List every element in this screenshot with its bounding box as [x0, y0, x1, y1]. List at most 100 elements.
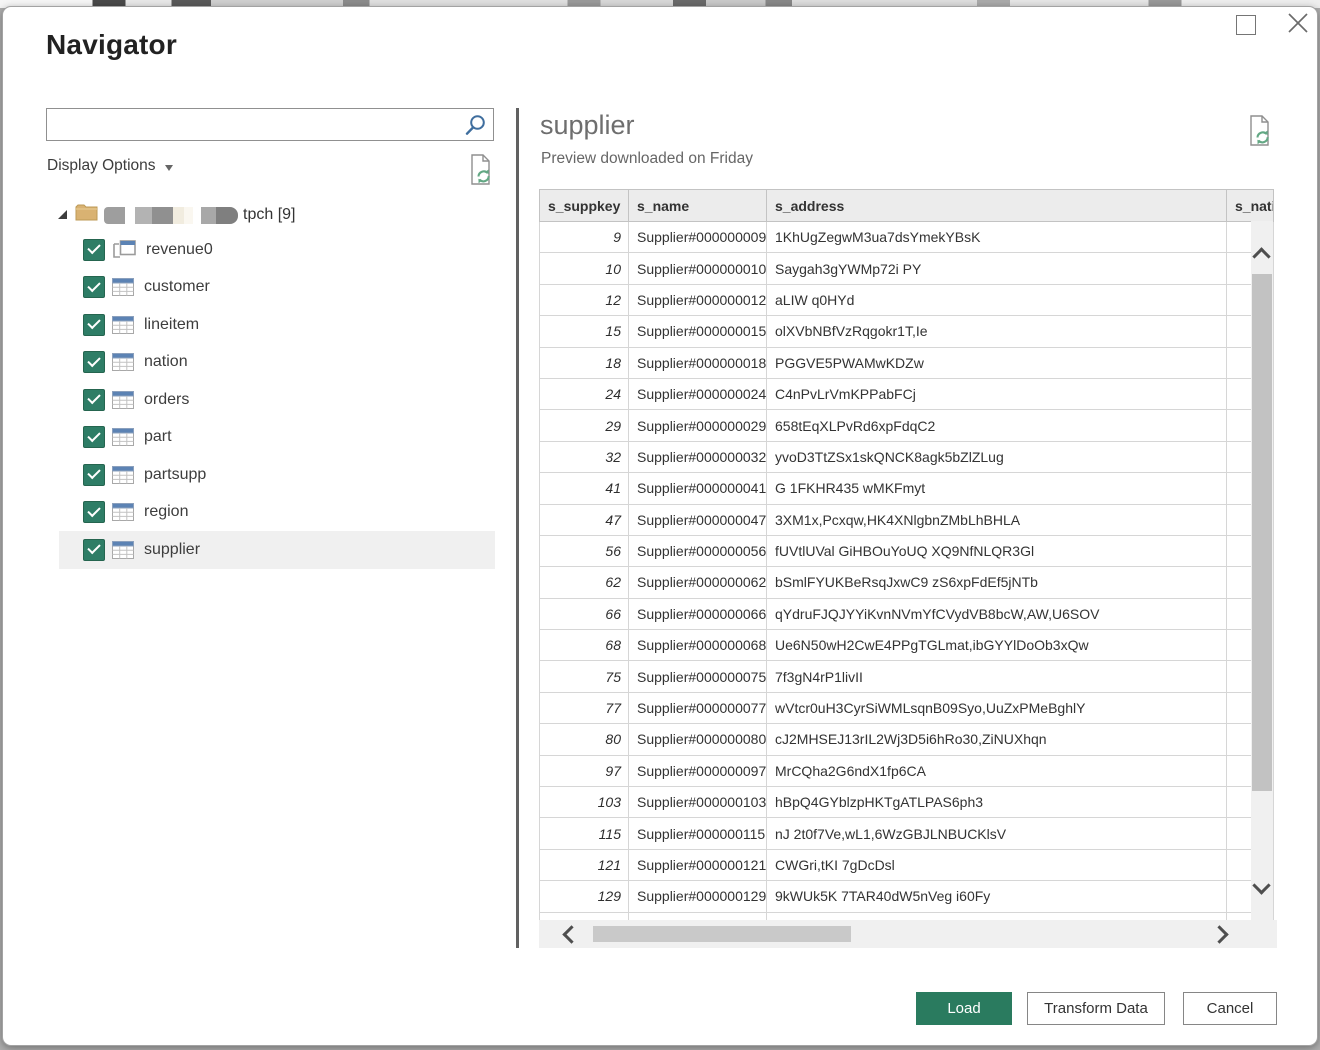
tree-root-database[interactable]: tpch [9]: [46, 200, 295, 230]
tables-tree: revenue0 customer lineitem nation orders…: [3, 231, 516, 569]
search-input[interactable]: [55, 111, 459, 139]
cell-name: Supplier#000000018: [629, 347, 767, 378]
scroll-right-icon[interactable]: [1213, 928, 1226, 946]
scroll-down-icon[interactable]: [1255, 879, 1268, 897]
cancel-button[interactable]: Cancel: [1183, 992, 1277, 1025]
table-row: 24Supplier#000000024C4nPvLrVmKPPabFCj: [540, 378, 1274, 409]
vertical-scrollbar[interactable]: [1251, 221, 1273, 944]
column-header-s_suppkey: s_suppkey: [540, 190, 629, 222]
sidebar-item-partsupp[interactable]: partsupp: [3, 456, 516, 494]
checkbox-checked-icon[interactable]: [83, 464, 105, 486]
checkbox-checked-icon[interactable]: [83, 539, 105, 561]
table-row: 29Supplier#000000029658tEqXLPvRd6xpFdqC2: [540, 410, 1274, 441]
refresh-preview-icon[interactable]: [467, 153, 495, 191]
cell-address: G 1FKHR435 wMKFmyt: [767, 473, 1227, 504]
cell-name: Supplier#000000041: [629, 473, 767, 504]
expander-icon[interactable]: [58, 210, 67, 219]
sidebar-item-label: partsupp: [144, 466, 206, 484]
table-row: 41Supplier#000000041G 1FKHR435 wMKFmyt: [540, 473, 1274, 504]
table-row: 77Supplier#000000077wVtcr0uH3CyrSiWMLsqn…: [540, 692, 1274, 723]
column-header-s_address: s_address: [767, 190, 1227, 222]
checkbox-checked-icon[interactable]: [83, 239, 105, 261]
preview-table: s_suppkeys_names_addresss_natio 9Supplie…: [539, 189, 1274, 920]
cell-name: Supplier#000000097: [629, 755, 767, 786]
cell-suppkey: 115: [540, 818, 629, 849]
sidebar-item-orders[interactable]: orders: [3, 381, 516, 419]
cell-name: Supplier#000000080: [629, 724, 767, 755]
cell-address: C4nPvLrVmKPPabFCj: [767, 378, 1227, 409]
cell-empty: [540, 912, 629, 920]
cell-address: 3XM1x,Pcxqw,HK4XNlgbnZMbLhBHLA: [767, 504, 1227, 535]
table-icon: [112, 278, 134, 296]
cell-suppkey: 29: [540, 410, 629, 441]
dialog-title: Navigator: [46, 29, 177, 61]
transform-data-button[interactable]: Transform Data: [1027, 992, 1165, 1025]
cell-name: Supplier#000000068: [629, 630, 767, 661]
table-row: 121Supplier#000000121CWGri,tKI 7gDcDsl: [540, 849, 1274, 880]
sidebar-item-supplier[interactable]: supplier: [59, 531, 495, 569]
checkbox-checked-icon[interactable]: [83, 389, 105, 411]
close-icon: [1285, 10, 1311, 36]
sidebar-item-revenue0[interactable]: revenue0: [3, 231, 516, 269]
table-row: 12Supplier#000000012aLIW q0HYd: [540, 284, 1274, 315]
preview-grid: s_suppkeys_names_addresss_natio 9Supplie…: [539, 189, 1277, 920]
cell-address: yvoD3TtZSx1skQNCK8agk5bZlZLug: [767, 441, 1227, 472]
horizontal-scrollbar-thumb[interactable]: [593, 926, 851, 942]
cell-suppkey: 15: [540, 316, 629, 347]
sidebar-item-region[interactable]: region: [3, 494, 516, 532]
checkbox-checked-icon[interactable]: [83, 426, 105, 448]
scroll-left-icon[interactable]: [565, 928, 578, 946]
cell-name: Supplier#000000077: [629, 692, 767, 723]
sidebar-item-label: customer: [144, 278, 210, 296]
cell-suppkey: 12: [540, 284, 629, 315]
sidebar-item-part[interactable]: part: [3, 419, 516, 457]
display-options-dropdown[interactable]: Display Options: [47, 157, 173, 175]
horizontal-scrollbar[interactable]: [539, 920, 1277, 948]
close-button[interactable]: [1285, 10, 1311, 36]
sidebar-item-label: nation: [144, 353, 188, 371]
cell-suppkey: 103: [540, 787, 629, 818]
cell-suppkey: 62: [540, 567, 629, 598]
cell-suppkey: 129: [540, 881, 629, 912]
cell-suppkey: 32: [540, 441, 629, 472]
cell-name: Supplier#000000032: [629, 441, 767, 472]
cell-suppkey: 68: [540, 630, 629, 661]
cell-suppkey: 18: [540, 347, 629, 378]
sidebar-item-label: region: [144, 503, 188, 521]
tree-root-label: tpch [9]: [243, 206, 295, 224]
load-button[interactable]: Load: [916, 992, 1012, 1025]
checkbox-checked-icon[interactable]: [83, 314, 105, 336]
sidebar-item-label: supplier: [144, 541, 200, 559]
cell-address: 9kWUk5K 7TAR40dW5nVeg i60Fy: [767, 881, 1227, 912]
table-row: 115Supplier#000000115nJ 2t0f7Ve,wL1,6WzG…: [540, 818, 1274, 849]
cell-suppkey: 80: [540, 724, 629, 755]
table-row: 97Supplier#000000097MrCQha2G6ndX1fp6CA: [540, 755, 1274, 786]
sidebar-item-nation[interactable]: nation: [3, 344, 516, 382]
cell-suppkey: 66: [540, 598, 629, 629]
refresh-preview-icon-right[interactable]: [1246, 114, 1274, 152]
table-icon: [112, 391, 134, 409]
checkbox-checked-icon[interactable]: [83, 276, 105, 298]
cell-name: Supplier#000000029: [629, 410, 767, 441]
sidebar-item-customer[interactable]: customer: [3, 269, 516, 307]
sidebar-item-label: revenue0: [146, 241, 213, 259]
cell-suppkey: 121: [540, 849, 629, 880]
checkbox-checked-icon[interactable]: [83, 351, 105, 373]
cell-name: Supplier#000000015: [629, 316, 767, 347]
maximize-button[interactable]: [1236, 15, 1256, 35]
search-icon[interactable]: [463, 113, 488, 143]
display-options-label: Display Options: [47, 157, 156, 175]
cell-name: Supplier#000000121: [629, 849, 767, 880]
table-row: 32Supplier#000000032yvoD3TtZSx1skQNCK8ag…: [540, 441, 1274, 472]
cell-name: Supplier#000000075: [629, 661, 767, 692]
chevron-down-icon: [165, 165, 173, 171]
cell-name: Supplier#000000024: [629, 378, 767, 409]
table-row: 15Supplier#000000015olXVbNBfVzRqgokr1T,I…: [540, 316, 1274, 347]
table-icon: [112, 541, 134, 559]
cell-name: Supplier#000000129: [629, 881, 767, 912]
vertical-scrollbar-thumb[interactable]: [1252, 274, 1272, 791]
sidebar-item-lineitem[interactable]: lineitem: [3, 306, 516, 344]
cell-name: Supplier#000000009: [629, 222, 767, 253]
checkbox-checked-icon[interactable]: [83, 501, 105, 523]
scroll-up-icon[interactable]: [1255, 247, 1268, 268]
